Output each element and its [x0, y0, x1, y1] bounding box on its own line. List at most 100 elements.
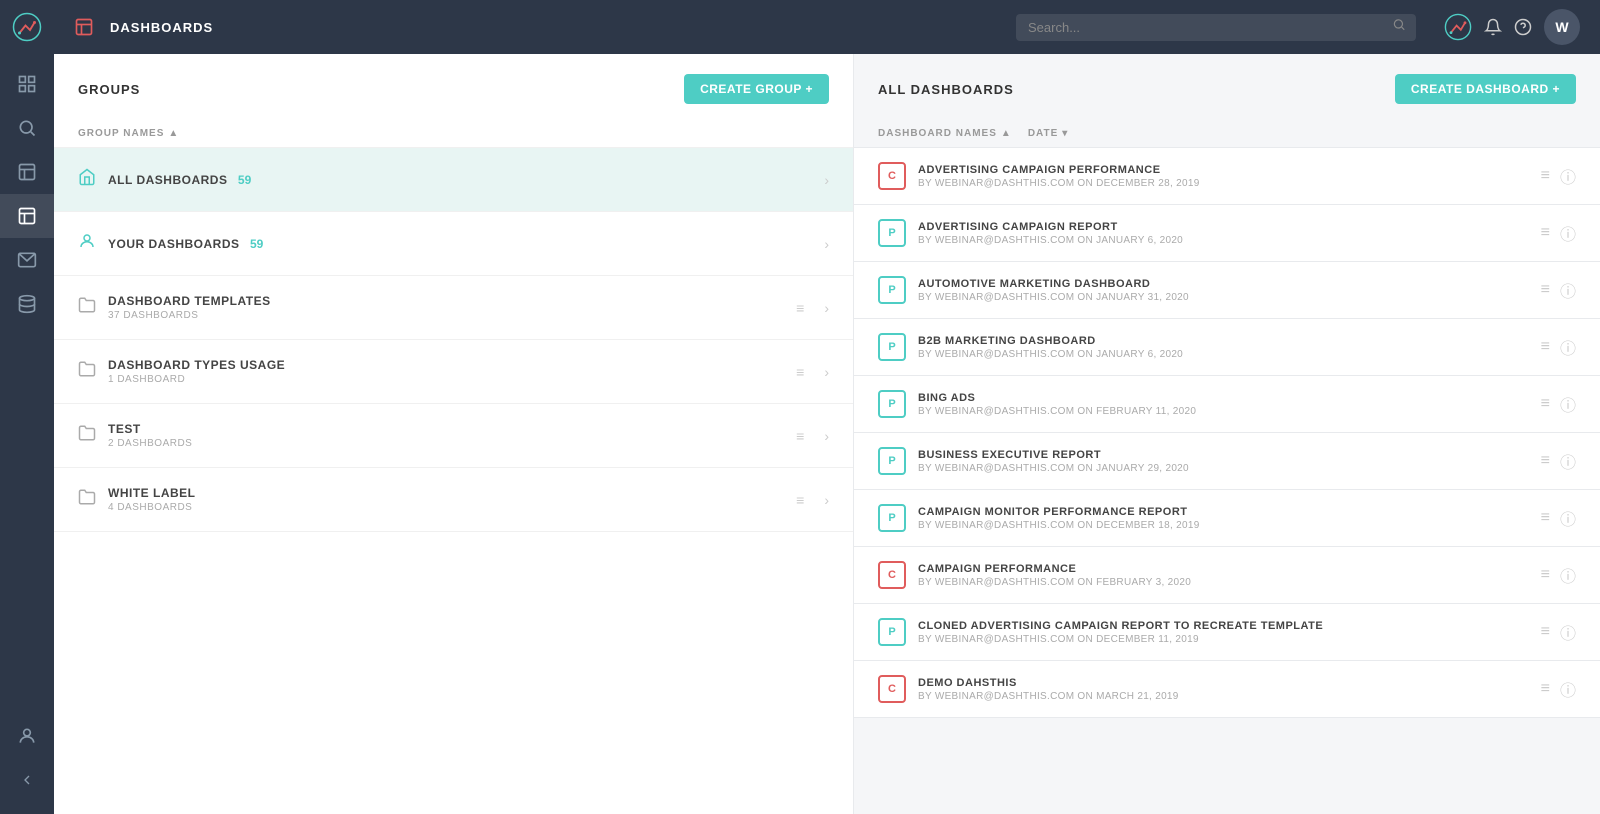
- dashboards-panel: ALL DASHBOARDS CREATE DASHBOARD + DASHBO…: [854, 54, 1600, 814]
- group-item-test[interactable]: TEST 2 DASHBOARDS ≡ ›: [54, 404, 853, 468]
- dashboard-info-icon-cloned-adv-campaign[interactable]: ⓘ: [1560, 620, 1576, 644]
- create-dashboard-button[interactable]: CREATE DASHBOARD +: [1395, 74, 1576, 104]
- sidebar-item-data[interactable]: [0, 282, 54, 326]
- dashboard-menu-icon-campaign-monitor-perf[interactable]: ≡: [1541, 509, 1550, 527]
- dashboard-name-adv-campaign-report: ADVERTISING CAMPAIGN REPORT: [918, 221, 1183, 233]
- dashboard-icon-automotive-marketing: P: [878, 276, 906, 304]
- dashboard-item-bing-ads[interactable]: P BING ADS BY WEBINAR@DASHTHIS.COM ON FE…: [854, 376, 1600, 433]
- dashboard-menu-icon-b2b-marketing[interactable]: ≡: [1541, 338, 1550, 356]
- sidebar-item-reports[interactable]: [0, 150, 54, 194]
- sidebar-bottom: [0, 714, 54, 814]
- templates-drag-icon[interactable]: ≡: [796, 300, 804, 316]
- dashboard-info-icon-campaign-performance[interactable]: ⓘ: [1560, 563, 1576, 587]
- dashboard-info-icon-campaign-monitor-perf[interactable]: ⓘ: [1560, 506, 1576, 530]
- dashboard-info-icon-demo-dashthis[interactable]: ⓘ: [1560, 677, 1576, 701]
- sidebar-item-dashboard[interactable]: [0, 62, 54, 106]
- dashboard-name-adv-campaign-perf: ADVERTISING CAMPAIGN PERFORMANCE: [918, 164, 1200, 176]
- create-group-button[interactable]: CREATE GROUP +: [684, 74, 829, 104]
- dashboard-name-b2b-marketing: B2B MARKETING DASHBOARD: [918, 335, 1183, 347]
- dashboard-meta-cloned-adv-campaign: BY WEBINAR@DASHTHIS.COM ON DECEMBER 11, …: [918, 634, 1323, 645]
- dashboard-actions-campaign-monitor-perf: ≡ ⓘ: [1541, 506, 1576, 530]
- dashboard-actions-adv-campaign-report: ≡ ⓘ: [1541, 221, 1576, 245]
- sidebar-item-email[interactable]: [0, 238, 54, 282]
- dashboard-item-adv-campaign-report[interactable]: P ADVERTISING CAMPAIGN REPORT BY WEBINAR…: [854, 205, 1600, 262]
- group-item-templates-text: DASHBOARD TEMPLATES 37 DASHBOARDS: [108, 294, 271, 321]
- dashboard-menu-icon-adv-campaign-perf[interactable]: ≡: [1541, 167, 1550, 185]
- dashboard-item-business-executive-report[interactable]: P BUSINESS EXECUTIVE REPORT BY WEBINAR@D…: [854, 433, 1600, 490]
- dashboard-menu-icon-automotive-marketing[interactable]: ≡: [1541, 281, 1550, 299]
- dashboard-item-campaign-performance[interactable]: C CAMPAIGN PERFORMANCE BY WEBINAR@DASHTH…: [854, 547, 1600, 604]
- dashboard-text-campaign-performance: CAMPAIGN PERFORMANCE BY WEBINAR@DASHTHIS…: [918, 563, 1191, 588]
- dashboard-item-automotive-marketing[interactable]: P AUTOMOTIVE MARKETING DASHBOARD BY WEBI…: [854, 262, 1600, 319]
- whitelabel-drag-icon[interactable]: ≡: [796, 492, 804, 508]
- sidebar-item-search[interactable]: [0, 106, 54, 150]
- group-item-dashboard-templates[interactable]: DASHBOARD TEMPLATES 37 DASHBOARDS ≡ ›: [54, 276, 853, 340]
- dashboard-meta-bing-ads: BY WEBINAR@DASHTHIS.COM ON FEBRUARY 11, …: [918, 406, 1196, 417]
- group-names-sort-icon[interactable]: ▲: [168, 128, 179, 139]
- search-input[interactable]: [1016, 14, 1416, 41]
- folder-types-icon: [78, 360, 96, 383]
- sidebar-collapse-btn[interactable]: [0, 762, 54, 798]
- types-drag-icon[interactable]: ≡: [796, 364, 804, 380]
- help-btn[interactable]: [1514, 18, 1532, 36]
- group-item-all-dashboards[interactable]: ALL DASHBOARDS 59 ›: [54, 148, 853, 212]
- all-dashboards-chevron-icon: ›: [824, 172, 829, 188]
- dashboard-info-icon-b2b-marketing[interactable]: ⓘ: [1560, 335, 1576, 359]
- dashboard-names-sort-icon[interactable]: ▲: [1001, 128, 1012, 139]
- group-item-white-label[interactable]: WHITE LABEL 4 DASHBOARDS ≡ ›: [54, 468, 853, 532]
- group-item-your-dashboards-text: YOUR DASHBOARDS 59: [108, 235, 263, 253]
- group-item-test-text: TEST 2 DASHBOARDS: [108, 422, 192, 449]
- group-item-whitelabel-text: WHITE LABEL 4 DASHBOARDS: [108, 486, 196, 513]
- dashboard-menu-icon-bing-ads[interactable]: ≡: [1541, 395, 1550, 413]
- dashboard-meta-business-executive-report: BY WEBINAR@DASHTHIS.COM ON JANUARY 29, 2…: [918, 463, 1189, 474]
- dashboards-column-header: DASHBOARD NAMES ▲ DATE ▾: [854, 120, 1600, 148]
- group-item-your-dashboards[interactable]: YOUR DASHBOARDS 59 ›: [54, 212, 853, 276]
- types-chevron-icon: ›: [824, 364, 829, 380]
- dashboard-item-demo-dashthis[interactable]: C DEMO DAHSTHIS BY WEBINAR@DASHTHIS.COM …: [854, 661, 1600, 718]
- dashboard-info-icon-business-executive-report[interactable]: ⓘ: [1560, 449, 1576, 473]
- dashboard-menu-icon-cloned-adv-campaign[interactable]: ≡: [1541, 623, 1550, 641]
- dashboard-item-adv-campaign-perf[interactable]: C ADVERTISING CAMPAIGN PERFORMANCE BY WE…: [854, 148, 1600, 205]
- dashboard-names-col: DASHBOARD NAMES ▲: [878, 128, 1012, 139]
- dashboard-actions-automotive-marketing: ≡ ⓘ: [1541, 278, 1576, 302]
- person-icon: [78, 232, 96, 255]
- dashboard-menu-icon-demo-dashthis[interactable]: ≡: [1541, 680, 1550, 698]
- your-dashboards-chevron-icon: ›: [824, 236, 829, 252]
- templates-chevron-icon: ›: [824, 300, 829, 316]
- app-logo[interactable]: [0, 0, 54, 54]
- dashboard-name-business-executive-report: BUSINESS EXECUTIVE REPORT: [918, 449, 1189, 461]
- dashboard-text-demo-dashthis: DEMO DAHSTHIS BY WEBINAR@DASHTHIS.COM ON…: [918, 677, 1179, 702]
- group-item-your-dashboards-name: YOUR DASHBOARDS 59: [108, 235, 263, 253]
- dashboard-icon-cloned-adv-campaign: P: [878, 618, 906, 646]
- dashboard-menu-icon-adv-campaign-report[interactable]: ≡: [1541, 224, 1550, 242]
- dashboard-date-col: DATE ▾: [1028, 128, 1069, 139]
- sidebar-item-user[interactable]: [0, 714, 54, 758]
- dashboard-date-sort-icon[interactable]: ▾: [1062, 128, 1068, 139]
- groups-panel: GROUPS CREATE GROUP + GROUP NAMES ▲ ALL …: [54, 54, 854, 814]
- dashboard-text-business-executive-report: BUSINESS EXECUTIVE REPORT BY WEBINAR@DAS…: [918, 449, 1189, 474]
- dashboard-item-cloned-adv-campaign[interactable]: P CLONED ADVERTISING CAMPAIGN REPORT TO …: [854, 604, 1600, 661]
- dashboard-icon-business-executive-report: P: [878, 447, 906, 475]
- dashboard-name-bing-ads: BING ADS: [918, 392, 1196, 404]
- group-item-all-dashboards-name: ALL DASHBOARDS 59: [108, 171, 251, 189]
- dashboard-info-icon-automotive-marketing[interactable]: ⓘ: [1560, 278, 1576, 302]
- dashboard-info-icon-adv-campaign-perf[interactable]: ⓘ: [1560, 164, 1576, 188]
- dashboard-menu-icon-business-executive-report[interactable]: ≡: [1541, 452, 1550, 470]
- topbar-actions: W: [1444, 9, 1580, 45]
- group-item-types-usage[interactable]: DASHBOARD TYPES USAGE 1 DASHBOARD ≡ ›: [54, 340, 853, 404]
- dashboard-info-icon-adv-campaign-report[interactable]: ⓘ: [1560, 221, 1576, 245]
- dashboard-item-b2b-marketing[interactable]: P B2B MARKETING DASHBOARD BY WEBINAR@DAS…: [854, 319, 1600, 376]
- test-drag-icon[interactable]: ≡: [796, 428, 804, 444]
- user-avatar[interactable]: W: [1544, 9, 1580, 45]
- group-item-all-dashboards-text: ALL DASHBOARDS 59: [108, 171, 251, 189]
- sidebar-item-dashboards[interactable]: [0, 194, 54, 238]
- sidebar: [0, 0, 54, 814]
- dashboard-date-col-label: DATE: [1028, 128, 1058, 139]
- dashboard-meta-campaign-monitor-perf: BY WEBINAR@DASHTHIS.COM ON DECEMBER 18, …: [918, 520, 1200, 531]
- dashboard-info-icon-bing-ads[interactable]: ⓘ: [1560, 392, 1576, 416]
- dashthis-logo-icon[interactable]: [1444, 13, 1472, 41]
- dashboard-actions-campaign-performance: ≡ ⓘ: [1541, 563, 1576, 587]
- dashboard-menu-icon-campaign-performance[interactable]: ≡: [1541, 566, 1550, 584]
- notifications-btn[interactable]: [1484, 18, 1502, 36]
- dashboard-item-campaign-monitor-perf[interactable]: P CAMPAIGN MONITOR PERFORMANCE REPORT BY…: [854, 490, 1600, 547]
